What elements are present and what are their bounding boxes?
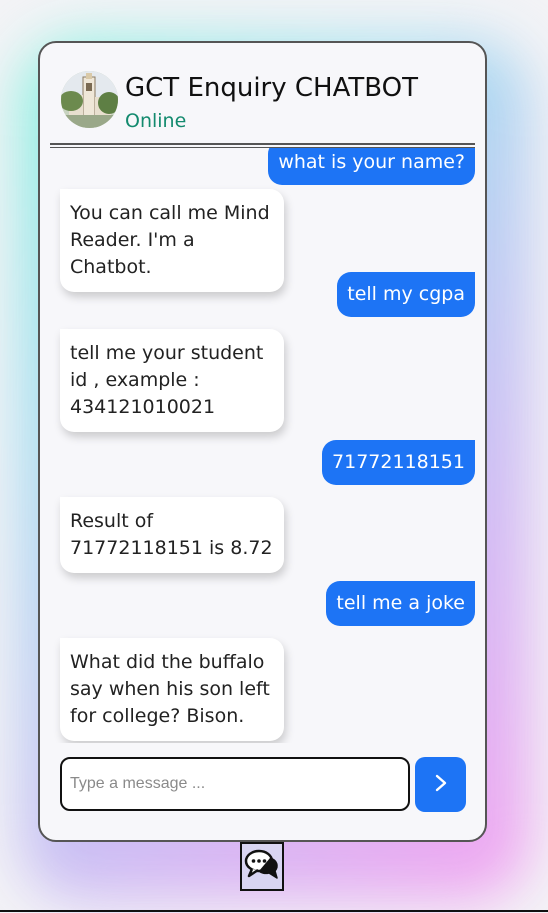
composer — [60, 757, 466, 813]
bot-message: What did the buffalo say when his son le… — [60, 638, 284, 741]
chat-header: GCT Enquiry CHATBOT Online — [40, 43, 485, 148]
avatar — [61, 71, 118, 128]
bot-message: tell me your student id , example : 4341… — [60, 329, 284, 432]
online-status: Online — [125, 110, 187, 132]
user-message: tell me a joke — [326, 581, 475, 626]
bot-message: Result of 71772118151 is 8.72 — [60, 497, 284, 573]
bot-message: You can call me Mind Reader. I'm a Chatb… — [60, 189, 284, 292]
chevron-right-icon — [433, 773, 449, 796]
send-button[interactable] — [415, 757, 466, 812]
chat-title: GCT Enquiry CHATBOT — [125, 73, 418, 103]
user-message: tell my cgpa — [337, 272, 475, 317]
user-message: 71772118151 — [322, 440, 475, 485]
message-list[interactable]: what is your name? You can call me Mind … — [50, 148, 475, 743]
chat-launcher-button[interactable] — [240, 842, 284, 891]
page-bottom-border — [0, 910, 548, 912]
chat-bubbles-icon — [244, 848, 280, 886]
chatbox-window: GCT Enquiry CHATBOT Online what is your … — [38, 41, 487, 842]
user-message: what is your name? — [268, 148, 475, 185]
message-input[interactable] — [60, 757, 410, 811]
